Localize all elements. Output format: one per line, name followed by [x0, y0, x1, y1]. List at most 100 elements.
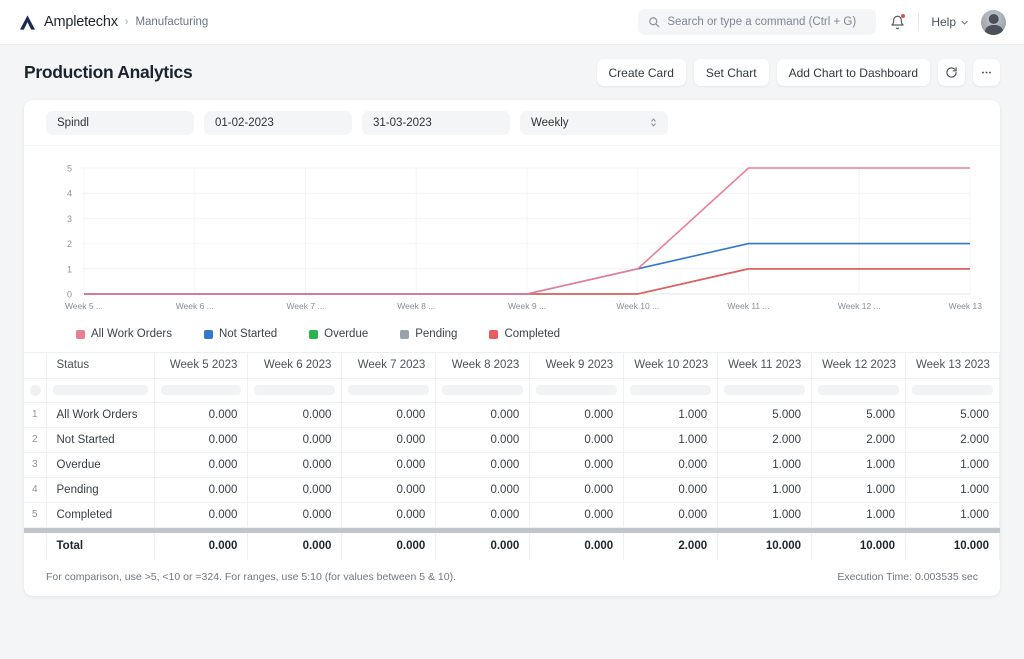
cell-week-11[interactable]: 1.000 — [718, 477, 812, 502]
cell-week-10[interactable]: 1.000 — [624, 402, 718, 427]
search-input[interactable]: Search or type a command (Ctrl + G) — [638, 9, 876, 35]
column-week-10[interactable]: Week 10 2023 — [624, 353, 718, 378]
cell-week-11[interactable]: 2.000 — [718, 427, 812, 452]
cell-week-6[interactable]: 0.000 — [248, 477, 342, 502]
cell-week-10[interactable]: 0.000 — [624, 502, 718, 527]
column-week-7[interactable]: Week 7 2023 — [342, 353, 436, 378]
column-week-11[interactable]: Week 11 2023 — [718, 353, 812, 378]
notification-bell-button[interactable] — [888, 13, 906, 31]
row-status-label[interactable]: Pending — [46, 477, 154, 502]
breadcrumb-manufacturing[interactable]: Manufacturing — [135, 16, 208, 28]
cell-week-13[interactable]: 2.000 — [906, 427, 1000, 452]
filter-cell-week-11[interactable] — [718, 378, 812, 402]
column-status[interactable]: Status — [46, 353, 154, 378]
cell-week-6[interactable]: 0.000 — [248, 427, 342, 452]
cell-week-11[interactable]: 5.000 — [718, 402, 812, 427]
cell-week-8[interactable]: 0.000 — [436, 502, 530, 527]
cell-week-7[interactable]: 0.000 — [342, 452, 436, 477]
filter-cell-status[interactable] — [46, 378, 154, 402]
create-card-button[interactable]: Create Card — [597, 59, 686, 86]
cell-week-12[interactable]: 1.000 — [812, 477, 906, 502]
filter-cell-week-10[interactable] — [624, 378, 718, 402]
top-navbar: Ampletechx › Manufacturing Search or typ… — [0, 0, 1024, 45]
cell-week-8[interactable]: 0.000 — [436, 452, 530, 477]
cell-week-9[interactable]: 0.000 — [530, 477, 624, 502]
cell-week-8[interactable]: 0.000 — [436, 427, 530, 452]
legend-item-completed[interactable]: Completed — [489, 328, 560, 340]
cell-week-12[interactable]: 5.000 — [812, 402, 906, 427]
avatar[interactable] — [981, 10, 1006, 35]
legend-item-pending[interactable]: Pending — [400, 328, 457, 340]
cell-week-11[interactable]: 1.000 — [718, 452, 812, 477]
cell-week-11[interactable]: 1.000 — [718, 502, 812, 527]
filter-cell-week-13[interactable] — [906, 378, 1000, 402]
refresh-button[interactable] — [938, 59, 965, 86]
more-options-button[interactable] — [973, 59, 1000, 86]
cell-week-5[interactable]: 0.000 — [154, 477, 248, 502]
filter-cell-week-8[interactable] — [436, 378, 530, 402]
row-status-label[interactable]: Not Started — [46, 427, 154, 452]
table-row[interactable]: 1All Work Orders0.0000.0000.0000.0000.00… — [24, 402, 1000, 427]
cell-week-6[interactable]: 0.000 — [248, 402, 342, 427]
from-date-filter[interactable]: 01-02-2023 — [204, 111, 352, 135]
cell-week-5[interactable]: 0.000 — [154, 402, 248, 427]
brand-logo-link[interactable]: Ampletechx — [18, 13, 118, 32]
cell-week-6[interactable]: 0.000 — [248, 452, 342, 477]
cell-week-5[interactable]: 0.000 — [154, 502, 248, 527]
to-date-filter[interactable]: 31-03-2023 — [362, 111, 510, 135]
column-week-12[interactable]: Week 12 2023 — [812, 353, 906, 378]
filter-cell-week-12[interactable] — [812, 378, 906, 402]
cell-week-8[interactable]: 0.000 — [436, 402, 530, 427]
cell-week-8[interactable]: 0.000 — [436, 477, 530, 502]
set-chart-button[interactable]: Set Chart — [694, 59, 769, 86]
cell-week-7[interactable]: 0.000 — [342, 502, 436, 527]
column-week-13[interactable]: Week 13 2023 — [906, 353, 1000, 378]
filter-row-checkbox[interactable] — [24, 378, 46, 402]
cell-week-13[interactable]: 1.000 — [906, 477, 1000, 502]
filter-cell-week-6[interactable] — [248, 378, 342, 402]
item-filter[interactable]: Spindl — [46, 111, 194, 135]
column-week-8[interactable]: Week 8 2023 — [436, 353, 530, 378]
cell-week-13[interactable]: 1.000 — [906, 452, 1000, 477]
row-index: 2 — [24, 427, 46, 452]
row-status-label[interactable]: Completed — [46, 502, 154, 527]
cell-week-5[interactable]: 0.000 — [154, 452, 248, 477]
row-status-label[interactable]: Overdue — [46, 452, 154, 477]
legend-item-all-work-orders[interactable]: All Work Orders — [76, 328, 172, 340]
cell-week-9[interactable]: 0.000 — [530, 452, 624, 477]
cell-week-12[interactable]: 1.000 — [812, 452, 906, 477]
table-row[interactable]: 4Pending0.0000.0000.0000.0000.0000.0001.… — [24, 477, 1000, 502]
cell-week-12[interactable]: 2.000 — [812, 427, 906, 452]
range-filter[interactable]: Weekly — [520, 111, 668, 135]
cell-week-6[interactable]: 0.000 — [248, 502, 342, 527]
table-row[interactable]: 2Not Started0.0000.0000.0000.0000.0001.0… — [24, 427, 1000, 452]
cell-week-9[interactable]: 0.000 — [530, 427, 624, 452]
cell-week-10[interactable]: 0.000 — [624, 477, 718, 502]
row-status-label[interactable]: All Work Orders — [46, 402, 154, 427]
cell-week-12[interactable]: 1.000 — [812, 502, 906, 527]
cell-week-10[interactable]: 1.000 — [624, 427, 718, 452]
cell-week-7[interactable]: 0.000 — [342, 402, 436, 427]
filter-cell-week-7[interactable] — [342, 378, 436, 402]
cell-week-13[interactable]: 1.000 — [906, 502, 1000, 527]
select-all-cell[interactable] — [24, 353, 46, 378]
cell-week-9[interactable]: 0.000 — [530, 502, 624, 527]
filter-cell-week-9[interactable] — [530, 378, 624, 402]
cell-week-5[interactable]: 0.000 — [154, 427, 248, 452]
table-row[interactable]: 5Completed0.0000.0000.0000.0000.0000.000… — [24, 502, 1000, 527]
legend-item-overdue[interactable]: Overdue — [309, 328, 368, 340]
cell-week-13[interactable]: 5.000 — [906, 402, 1000, 427]
table-row[interactable]: 3Overdue0.0000.0000.0000.0000.0000.0001.… — [24, 452, 1000, 477]
column-week-5[interactable]: Week 5 2023 — [154, 353, 248, 378]
legend-item-not-started[interactable]: Not Started — [204, 328, 277, 340]
cell-week-9[interactable]: 0.000 — [530, 402, 624, 427]
column-week-6[interactable]: Week 6 2023 — [248, 353, 342, 378]
total-week-8: 0.000 — [436, 533, 530, 560]
help-menu-button[interactable]: Help — [931, 15, 969, 29]
filter-cell-week-5[interactable] — [154, 378, 248, 402]
cell-week-7[interactable]: 0.000 — [342, 427, 436, 452]
cell-week-7[interactable]: 0.000 — [342, 477, 436, 502]
cell-week-10[interactable]: 0.000 — [624, 452, 718, 477]
column-week-9[interactable]: Week 9 2023 — [530, 353, 624, 378]
add-chart-to-dashboard-button[interactable]: Add Chart to Dashboard — [777, 59, 930, 86]
